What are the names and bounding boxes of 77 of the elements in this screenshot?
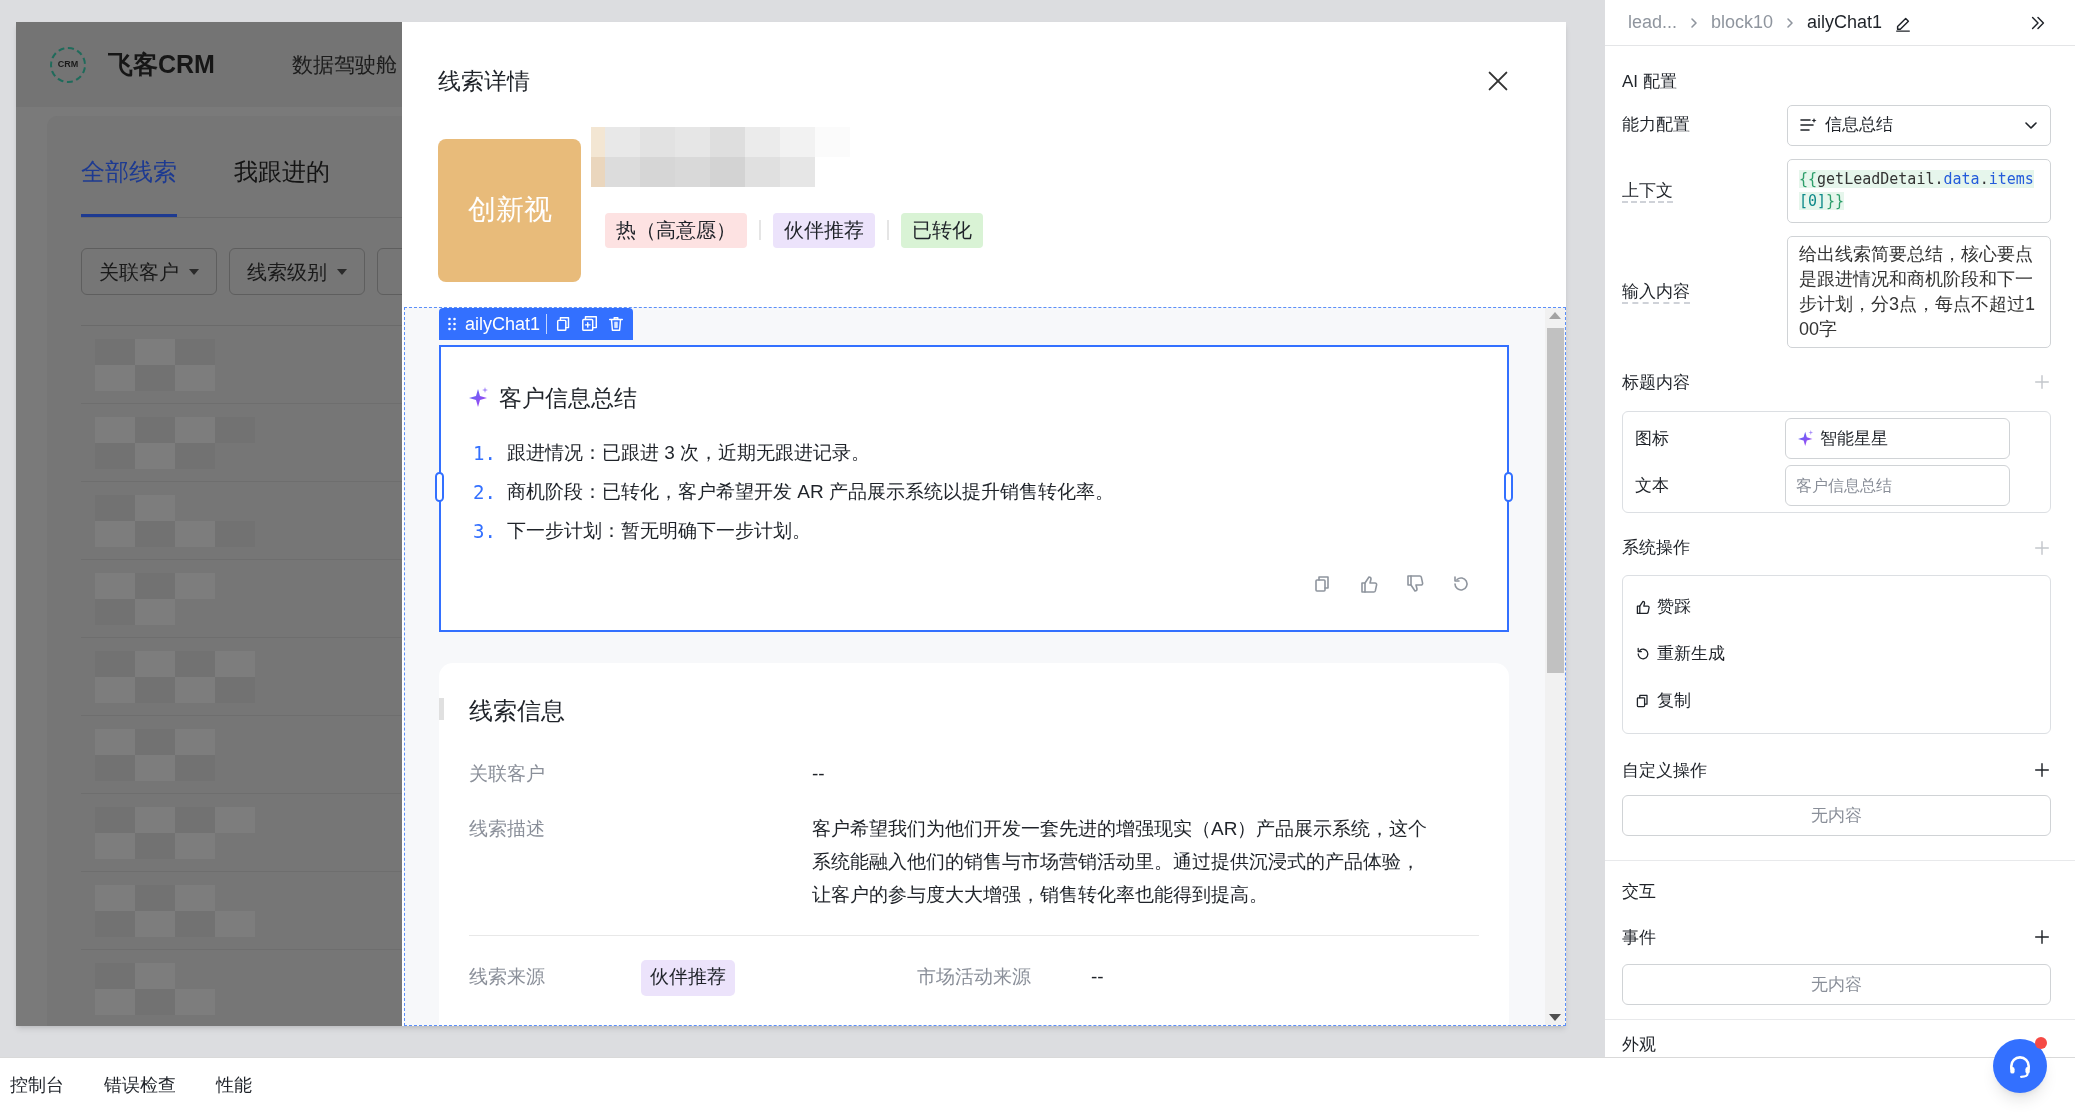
filter-dropdown[interactable]: 关联客户 [81, 248, 217, 295]
drag-handle-icon[interactable] [447, 315, 457, 332]
avatar: 创新视 [438, 138, 581, 282]
action-item[interactable]: 复制 [1657, 688, 1691, 714]
section-title: 交互 [1622, 881, 1657, 903]
tag: 伙伴推荐 [773, 212, 875, 248]
section-title: 外观 [1622, 1035, 1656, 1054]
field-label: 线索描述 [469, 816, 546, 841]
modal-title: 线索详情 [438, 67, 530, 96]
resize-handle[interactable] [1504, 471, 1513, 502]
list-number: 3. [473, 519, 497, 545]
bottom-tab[interactable]: 控制台 [10, 1072, 64, 1099]
tag: 伙伴推荐 [641, 959, 735, 996]
action-item[interactable]: 赞踩 [1657, 594, 1691, 620]
component-name: ailyChat1 [465, 313, 548, 334]
plus-icon[interactable] [2033, 928, 2051, 947]
duplicate-icon[interactable] [581, 314, 600, 333]
refresh-icon[interactable] [1451, 574, 1471, 594]
context-field[interactable]: {{getLeadDetail.data.items [0]}} [1787, 158, 2051, 223]
select-value: 信息总结 [1825, 114, 1894, 137]
list-item: 跟进情况：已跟进 3 次，近期无跟进记录。 [507, 441, 871, 466]
refresh-icon [1635, 646, 1651, 662]
section-label: 事件 [1622, 926, 1656, 949]
plus-icon[interactable] [2033, 761, 2051, 780]
text-input[interactable]: 客户信息总结 [1785, 465, 2010, 506]
trash-icon[interactable] [607, 314, 626, 333]
app-name: 飞客CRM [108, 48, 215, 80]
icon-select[interactable]: 智能星星 [1785, 418, 2010, 459]
chevron-right-icon [1785, 16, 1796, 29]
field-label: 能力配置 [1622, 114, 1691, 137]
chevron-right-icon [1689, 16, 1700, 29]
help-button[interactable] [1993, 1039, 2047, 1093]
field-label: 文本 [1635, 474, 1670, 497]
field-value: -- [812, 761, 826, 786]
list-number: 1. [473, 441, 497, 467]
field-value: -- [1091, 965, 1104, 990]
section-title: 线索信息 [469, 695, 566, 726]
ability-select[interactable]: 信息总结 [1787, 104, 2051, 146]
tab[interactable]: 我跟进的 [234, 154, 330, 217]
empty-state: 无内容 [1622, 964, 2051, 1005]
tag: 已转化 [901, 212, 983, 248]
field-label: 输入内容 [1622, 280, 1691, 303]
accent-bar [439, 697, 444, 720]
thumbs-up-icon[interactable] [1359, 574, 1379, 594]
sparkle-icon [1798, 430, 1814, 447]
field-label: 关联客户 [469, 761, 546, 786]
logo: CRM [50, 46, 86, 83]
section-label: 系统操作 [1622, 537, 1690, 559]
breadcrumb-item[interactable]: ailyChat1 [1807, 9, 1883, 36]
field-label: 图标 [1635, 427, 1670, 450]
bottom-tab[interactable]: 性能 [216, 1072, 252, 1099]
field-value: 客户希望我们为他们开发一套先进的增强现实（AR）产品展示系统，这个系统能融入他们的销售与市场营销活动里。通过提供沉浸式的产品体验，让客户的参与度大大增强，销售转化率也能得到提高。 [812, 816, 1429, 907]
thumbs-up-icon [1635, 599, 1651, 615]
section-label: 自定义操作 [1622, 759, 1707, 782]
filter-dropdown[interactable]: 线索级别 [229, 248, 365, 295]
field-label: 上下文 [1622, 179, 1674, 202]
field-label: 市场活动来源 [917, 965, 1032, 990]
list-sparkle-icon [1800, 118, 1817, 132]
list-number: 2. [473, 480, 497, 506]
headset-icon [2007, 1053, 2033, 1079]
bottom-tab[interactable]: 错误检查 [104, 1072, 176, 1099]
tag: 热（高意愿） [605, 212, 747, 248]
action-item[interactable]: 重新生成 [1657, 641, 1725, 667]
section-label: 标题内容 [1622, 371, 1690, 394]
select-value: 智能星星 [1820, 427, 1888, 450]
prompt-field[interactable]: 给出线索简要总结，核心要点是跟进情况和商机阶段和下一步计划，分3点，每点不超过100字 [1787, 235, 2051, 348]
resize-handle[interactable] [435, 471, 444, 502]
field-label: 线索来源 [469, 965, 546, 990]
thumbs-down-icon[interactable] [1405, 574, 1425, 594]
copy-icon [1635, 693, 1651, 709]
list-item: 商机阶段：已转化，客户希望开发 AR 产品展示系统以提升销售转化率。 [507, 480, 1114, 505]
empty-state: 无内容 [1622, 795, 2051, 836]
chat-title: 客户信息总结 [499, 383, 637, 413]
section-title: AI 配置 [1622, 71, 1678, 93]
list-item: 下一步计划：暂无明确下一步计划。 [507, 519, 811, 544]
scrollbar[interactable] [1545, 307, 1565, 1025]
nav-link[interactable]: 数据驾驶舱 [291, 48, 397, 81]
